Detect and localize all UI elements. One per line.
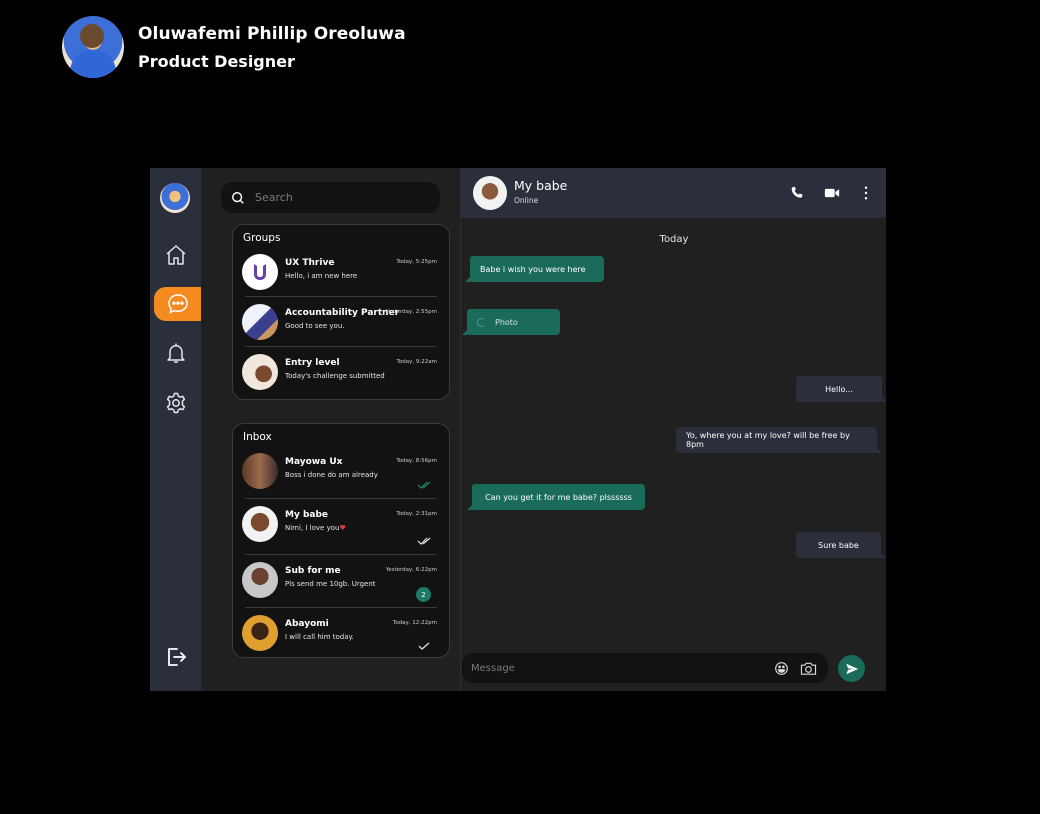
read-receipt-icon: [417, 481, 431, 489]
message-preview: Boss i done do am already: [285, 471, 378, 479]
send-icon: [845, 663, 858, 674]
sent-receipt-icon: [418, 642, 430, 650]
group-name: Accountability Partner: [285, 308, 400, 318]
group-time: Today, 5:25pm: [396, 259, 437, 265]
incoming-photo-message[interactable]: Photo: [462, 309, 560, 335]
message-text: Babe i wish you were here: [480, 264, 586, 274]
contact-avatar: [242, 562, 278, 598]
message-time: Today, 12:22pm: [392, 620, 437, 626]
contact-name: Mayowa Ux: [285, 457, 343, 467]
more-options-button[interactable]: [857, 184, 875, 202]
emoji-icon[interactable]: [774, 661, 789, 676]
chat-app: Groups UX Thrive Hello, i am new here To…: [150, 168, 886, 691]
inbox-row-sub-for-me[interactable]: Sub for me Pls send me 10gb. Urgent Yest…: [233, 555, 449, 608]
message-preview-text: Nimi, I love you: [285, 524, 340, 532]
contact-name: My babe: [514, 178, 568, 193]
message-input[interactable]: [471, 662, 761, 674]
group-preview: Hello, i am new here: [285, 272, 358, 280]
contact-status: Online: [514, 196, 539, 205]
unread-count-badge: 2: [416, 587, 431, 602]
group-name: UX Thrive: [285, 258, 335, 268]
video-camera-icon: [824, 188, 840, 198]
group-time: Today, 9:22am: [396, 359, 437, 365]
contact-name: My babe: [285, 510, 329, 520]
ux-thrive-logo: [254, 264, 266, 280]
designer-name: Oluwafemi Phillip Oreoluwa: [138, 23, 406, 44]
group-avatar: [242, 304, 278, 340]
logout-icon: [167, 648, 186, 666]
kebab-menu-icon: [864, 186, 868, 200]
designer-role: Product Designer: [138, 51, 295, 71]
search-input[interactable]: [255, 191, 425, 204]
group-row-ux-thrive[interactable]: UX Thrive Hello, i am new here Today, 5:…: [233, 247, 449, 297]
phone-icon: [791, 186, 803, 198]
inbox-card: Inbox Mayowa Ux Boss i done do am alread…: [232, 423, 450, 658]
designer-info: Oluwafemi Phillip Oreoluwa Product Desig…: [138, 24, 406, 71]
day-separator: Today: [659, 234, 689, 245]
send-button[interactable]: [838, 655, 865, 682]
chat-header: My babe Online: [461, 168, 886, 218]
inbox-row-mayowa-ux[interactable]: Mayowa Ux Boss i done do am already Toda…: [233, 446, 449, 499]
group-avatar: [242, 354, 278, 390]
inbox-row-my-babe[interactable]: My babe Nimi, I love you♥ Today, 2:31pm: [233, 499, 449, 555]
gear-icon: [166, 392, 185, 414]
loading-spinner-icon: [477, 317, 486, 327]
message-text: Can you get it for me babe? plssssss: [485, 492, 632, 502]
contact-name: Sub for me: [285, 566, 341, 576]
group-name: Entry level: [285, 358, 340, 368]
conversation-lists: Groups UX Thrive Hello, i am new here To…: [201, 168, 460, 691]
groups-card: Groups UX Thrive Hello, i am new here To…: [232, 224, 450, 400]
message-text: Yo, where you at my love? will be free b…: [686, 431, 850, 449]
designer-profile: Oluwafemi Phillip Oreoluwa Product Desig…: [62, 16, 406, 78]
contact-name: Abayomi: [285, 619, 329, 629]
search-bar[interactable]: [221, 182, 440, 213]
group-row-accountability-partner[interactable]: Accountability Partner Good to see you. …: [233, 297, 449, 347]
nav-home[interactable]: [150, 238, 201, 272]
message-preview: Pls send me 10gb. Urgent: [285, 580, 376, 588]
inbox-row-abayomi[interactable]: Abayomi I will call him today. Today, 12…: [233, 608, 449, 660]
group-row-entry-level[interactable]: Entry level Today's challenge submitted …: [233, 347, 449, 397]
message-time: Today, 8:56pm: [396, 458, 437, 464]
logout-button[interactable]: [150, 640, 201, 674]
message-composer: [462, 653, 828, 683]
message-text: Photo: [495, 317, 518, 327]
video-call-button[interactable]: [823, 184, 841, 202]
incoming-message[interactable]: Babe i wish you were here: [465, 256, 604, 282]
outgoing-message[interactable]: Yo, where you at my love? will be free b…: [676, 427, 882, 453]
contact-avatar: [242, 506, 278, 542]
groups-title: Groups: [243, 232, 281, 244]
home-icon: [166, 245, 185, 265]
heart-icon: ♥: [339, 524, 346, 532]
incoming-message[interactable]: Can you get it for me babe? plssssss: [467, 484, 645, 510]
user-avatar[interactable]: [160, 183, 190, 213]
bell-icon: [166, 343, 185, 363]
message-time: Today, 2:31pm: [396, 511, 437, 517]
group-time: Yesterday, 2:55pm: [385, 309, 437, 315]
message-text: Sure babe: [818, 540, 859, 550]
message-time: Yesterday, 6:22pm: [385, 567, 437, 573]
nav-chats[interactable]: [154, 287, 201, 321]
message-preview: Nimi, I love you♥: [285, 524, 346, 532]
nav-notifications[interactable]: [150, 336, 201, 370]
contact-avatar[interactable]: [473, 176, 507, 210]
voice-call-button[interactable]: [788, 184, 806, 202]
delivered-receipt-icon: [417, 537, 431, 545]
camera-icon[interactable]: [800, 661, 817, 676]
contact-avatar: [242, 453, 278, 489]
message-text: Hello...: [825, 384, 853, 394]
search-icon: [232, 191, 244, 204]
group-preview: Good to see you.: [285, 322, 345, 330]
outgoing-message[interactable]: Hello...: [796, 376, 886, 402]
group-avatar: [242, 254, 278, 290]
designer-avatar: [62, 16, 124, 78]
chat-panel: My babe Online Today Babe i wish you wer…: [460, 168, 886, 691]
contact-avatar: [242, 615, 278, 651]
inbox-title: Inbox: [243, 431, 272, 443]
chat-icon: [167, 294, 188, 314]
group-preview: Today's challenge submitted: [285, 372, 385, 380]
message-preview: I will call him today.: [285, 633, 354, 641]
nav-rail: [150, 168, 201, 691]
outgoing-message[interactable]: Sure babe: [796, 532, 886, 558]
nav-settings[interactable]: [150, 386, 201, 420]
